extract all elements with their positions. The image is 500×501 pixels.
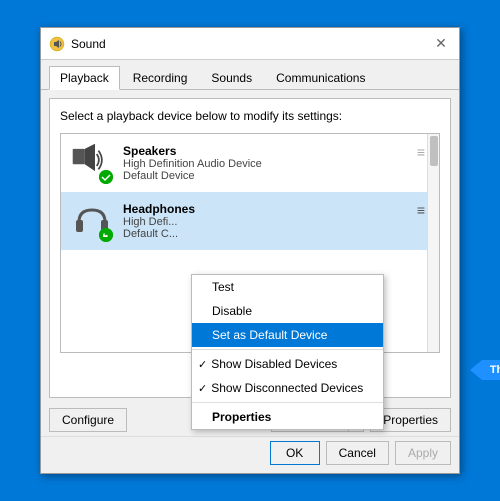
ctx-set-default[interactable]: Set as Default Device	[192, 323, 383, 347]
device-item-speakers[interactable]: Speakers High Definition Audio Device De…	[61, 134, 439, 192]
tab-recording[interactable]: Recording	[122, 66, 199, 89]
watermark-text: TheWindowsClub	[482, 360, 500, 380]
sound-icon	[49, 36, 65, 52]
sound-dialog: Sound ✕ Playback Recording Sounds Commun…	[40, 27, 460, 474]
speakers-menu-dots: ≡	[417, 144, 425, 160]
context-menu: Test Disable Set as Default Device ✓ Sho…	[191, 274, 384, 430]
window-title: Sound	[71, 37, 431, 51]
speakers-name: Speakers	[123, 144, 429, 158]
tab-playback[interactable]: Playback	[49, 66, 120, 90]
headphones-name: Headphones	[123, 202, 429, 216]
ctx-disable[interactable]: Disable	[192, 299, 383, 323]
apply-button[interactable]: Apply	[395, 441, 451, 465]
watermark-arrow	[470, 360, 482, 380]
main-content: Select a playback device below to modify…	[49, 98, 451, 398]
headphones-badge	[99, 228, 113, 242]
ctx-show-disabled[interactable]: ✓ Show Disabled Devices	[192, 352, 383, 376]
ctx-properties[interactable]: Properties	[192, 405, 383, 429]
ctx-sep2	[192, 402, 383, 403]
scrollbar[interactable]	[427, 134, 439, 352]
instruction-text: Select a playback device below to modify…	[60, 109, 440, 123]
close-button[interactable]: ✕	[431, 34, 451, 54]
headphones-line2: Default C...	[123, 228, 429, 240]
headphones-line1: High Defi...	[123, 216, 429, 228]
default-device-badge	[99, 170, 113, 184]
tab-communications[interactable]: Communications	[265, 66, 376, 89]
check-icon-2: ✓	[198, 382, 207, 395]
speakers-info: Speakers High Definition Audio Device De…	[123, 144, 429, 182]
ok-button[interactable]: OK	[270, 441, 320, 465]
headphones-icon	[71, 200, 113, 242]
headphones-info: Headphones High Defi... Default C...	[123, 202, 429, 240]
dialog-buttons: OK Cancel Apply	[41, 436, 459, 473]
ctx-show-disconnected[interactable]: ✓ Show Disconnected Devices	[192, 376, 383, 400]
tab-bar: Playback Recording Sounds Communications	[41, 60, 459, 90]
configure-button[interactable]: Configure	[49, 408, 127, 432]
speakers-icon	[71, 142, 113, 184]
device-list[interactable]: Speakers High Definition Audio Device De…	[60, 133, 440, 353]
device-item-headphones[interactable]: Headphones High Defi... Default C... ≡	[61, 192, 439, 250]
check-icon: ✓	[198, 358, 207, 371]
headphones-menu-dots: ≡	[417, 202, 425, 218]
scroll-thumb	[430, 136, 438, 166]
cancel-button[interactable]: Cancel	[326, 441, 389, 465]
ctx-sep1	[192, 349, 383, 350]
titlebar: Sound ✕	[41, 28, 459, 60]
ctx-test[interactable]: Test	[192, 275, 383, 299]
tab-sounds[interactable]: Sounds	[200, 66, 263, 89]
speakers-line2: Default Device	[123, 170, 429, 182]
speakers-line1: High Definition Audio Device	[123, 158, 429, 170]
